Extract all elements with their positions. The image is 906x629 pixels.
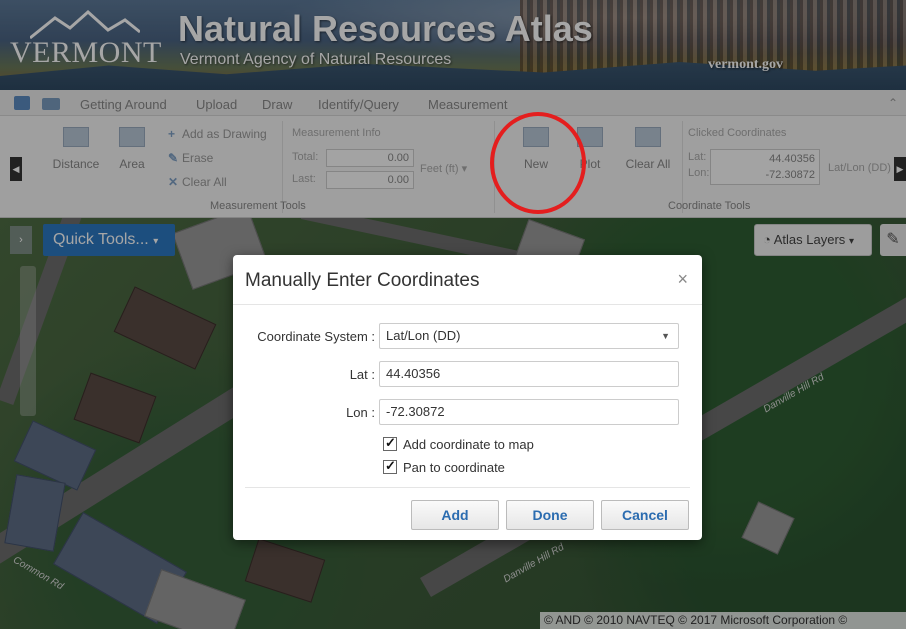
pan-to-label: Pan to coordinate <box>403 460 505 475</box>
pan-to-checkbox-row[interactable]: ✓ Pan to coordinate <box>383 458 505 475</box>
lon-label: Lon : <box>346 405 375 420</box>
dialog-divider <box>245 487 690 488</box>
checkmark-icon: ✓ <box>385 458 396 473</box>
lat-input[interactable]: 44.40356 <box>379 361 679 387</box>
add-to-map-label: Add coordinate to map <box>403 437 534 452</box>
add-to-map-checkbox-row[interactable]: ✓ Add coordinate to map <box>383 435 534 452</box>
coordinate-system-label: Coordinate System : <box>257 329 375 344</box>
highlight-circle <box>490 112 586 214</box>
lon-input[interactable]: -72.30872 <box>379 399 679 425</box>
add-to-map-checkbox[interactable]: ✓ <box>383 435 397 451</box>
chevron-down-icon: ▼ <box>661 331 670 341</box>
dialog-title: Manually Enter Coordinates <box>245 270 480 291</box>
add-button[interactable]: Add <box>411 500 499 530</box>
checkmark-icon: ✓ <box>385 435 396 450</box>
dialog-header: Manually Enter Coordinates × <box>233 255 702 305</box>
lat-label: Lat : <box>349 367 375 382</box>
close-icon[interactable]: × <box>677 269 688 290</box>
pan-to-checkbox[interactable]: ✓ <box>383 458 397 474</box>
done-button[interactable]: Done <box>506 500 594 530</box>
cancel-button[interactable]: Cancel <box>601 500 689 530</box>
coordinate-system-select[interactable]: Lat/Lon (DD) ▼ <box>379 323 679 349</box>
manual-coordinates-dialog: Manually Enter Coordinates × Coordinate … <box>233 255 702 540</box>
coordinate-system-value: Lat/Lon (DD) <box>386 328 461 343</box>
